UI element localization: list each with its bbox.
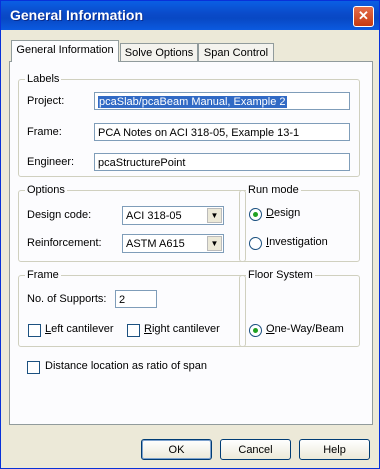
cancel-button[interactable]: Cancel [220,439,291,460]
group-title: Floor System [246,269,315,281]
close-icon: ✕ [358,8,369,23]
chevron-down-icon[interactable]: ▼ [207,208,222,223]
engineer-input[interactable]: pcaStructurePoint [94,153,350,171]
floor-system-group: Floor System One-Way/Beam [239,269,360,347]
right-cantilever-label[interactable]: Right cantilever [144,323,220,335]
labels-group: Labels Project: pcaSlab/pcaBeam Manual, … [18,73,360,177]
group-title: Options [25,184,67,196]
project-label: Project: [27,95,65,107]
left-cantilever-label[interactable]: Left cantilever [45,323,114,335]
engineer-value: pcaStructurePoint [98,157,186,169]
one-way-beam-label[interactable]: One-Way/Beam [266,323,344,335]
radio-selected-dot [253,328,258,333]
options-group: Options Design code: ACI 318-05 ▼ Reinfo… [18,184,246,262]
reinforcement-label: Reinforcement: [27,237,102,249]
title-bar[interactable]: General Information ✕ [1,1,379,30]
help-button-label: Help [323,444,346,456]
right-cantilever-checkbox[interactable] [127,324,140,337]
ok-button-label: OK [168,444,185,456]
engineer-label: Engineer: [27,156,75,168]
frame-value: PCA Notes on ACI 318-05, Example 13-1 [98,127,300,139]
supports-value: 2 [119,294,126,306]
left-cantilever-checkbox[interactable] [28,324,41,337]
tab-label: General Information [16,44,114,56]
radio-selected-dot [253,212,258,217]
cancel-button-label: Cancel [238,444,273,456]
distance-ratio-label[interactable]: Distance location as ratio of span [45,360,207,372]
supports-input[interactable]: 2 [115,290,157,308]
frame-input[interactable]: PCA Notes on ACI 318-05, Example 13-1 [94,123,350,141]
tab-label: Solve Options [124,47,194,59]
reinforcement-select[interactable]: ASTM A615 ▼ [122,234,224,253]
group-title: Labels [25,73,62,85]
tab-panel: Labels Project: pcaSlab/pcaBeam Manual, … [9,61,373,425]
investigation-radio[interactable] [249,237,262,250]
reinforcement-value: ASTM A615 [126,238,185,250]
tab-span-control[interactable]: Span Control [198,43,274,62]
dialog-window: General Information ✕ General Informatio… [0,0,380,469]
group-title: Run mode [246,184,301,196]
window-title: General Information [10,7,144,23]
ok-button[interactable]: OK [141,439,212,460]
distance-ratio-checkbox[interactable] [27,361,40,374]
design-radio-label[interactable]: Design [266,207,300,219]
project-value: pcaSlab/pcaBeam Manual, Example 2 [98,96,287,108]
close-button[interactable]: ✕ [353,6,374,27]
tab-label: Span Control [203,47,269,59]
help-button[interactable]: Help [299,439,370,460]
group-title: Frame [25,269,61,281]
frame-label: Frame: [27,126,62,138]
investigation-radio-label[interactable]: Investigation [266,236,328,248]
tab-general-information[interactable]: General Information [11,40,119,62]
design-code-label: Design code: [27,209,92,221]
project-input[interactable]: pcaSlab/pcaBeam Manual, Example 2 [94,92,350,110]
run-mode-group: Run mode Design Investigation [239,184,360,262]
design-code-value: ACI 318-05 [126,210,182,222]
one-way-beam-radio[interactable] [249,324,262,337]
supports-label: No. of Supports: [27,293,107,305]
tab-solve-options[interactable]: Solve Options [120,43,198,62]
chevron-down-icon[interactable]: ▼ [207,236,222,251]
frame-group: Frame No. of Supports: 2 Left cantilever… [18,269,246,347]
design-radio[interactable] [249,208,262,221]
design-code-select[interactable]: ACI 318-05 ▼ [122,206,224,225]
